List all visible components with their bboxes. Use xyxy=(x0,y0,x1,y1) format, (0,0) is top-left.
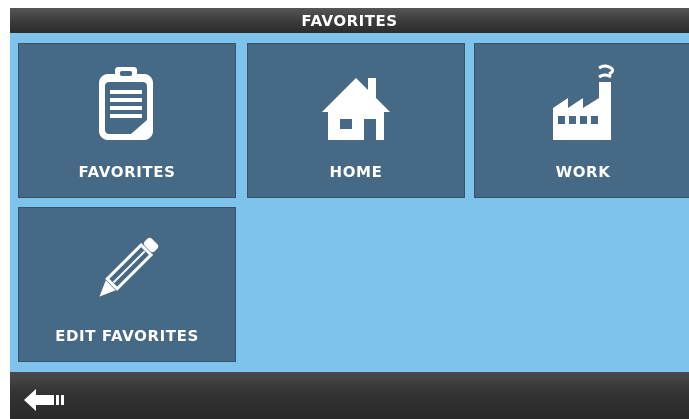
work-tile[interactable]: WORK xyxy=(474,43,689,198)
title-bar: FAVORITES xyxy=(10,8,689,33)
edit-favorites-tile-label: EDIT FAVORITES xyxy=(55,327,199,345)
favorites-tile[interactable]: FAVORITES xyxy=(18,43,236,198)
edit-favorites-tile[interactable]: EDIT FAVORITES xyxy=(18,207,236,362)
clipboard-icon xyxy=(99,67,153,140)
page-title: FAVORITES xyxy=(301,11,398,30)
factory-icon xyxy=(553,64,615,140)
house-icon xyxy=(322,78,390,140)
screen: FAVORITES FAVORITES HOME WORK EDIT FAVOR… xyxy=(10,8,689,419)
pencil-icon xyxy=(99,237,159,297)
favorites-tile-label: FAVORITES xyxy=(78,163,176,181)
home-tile-label: HOME xyxy=(329,163,383,181)
work-tile-label: WORK xyxy=(555,163,611,181)
back-arrow-icon[interactable] xyxy=(22,386,70,414)
tile-grid: FAVORITES HOME WORK EDIT FAVORITES xyxy=(10,33,689,372)
home-tile[interactable]: HOME xyxy=(247,43,465,198)
bottom-bar xyxy=(10,372,689,419)
